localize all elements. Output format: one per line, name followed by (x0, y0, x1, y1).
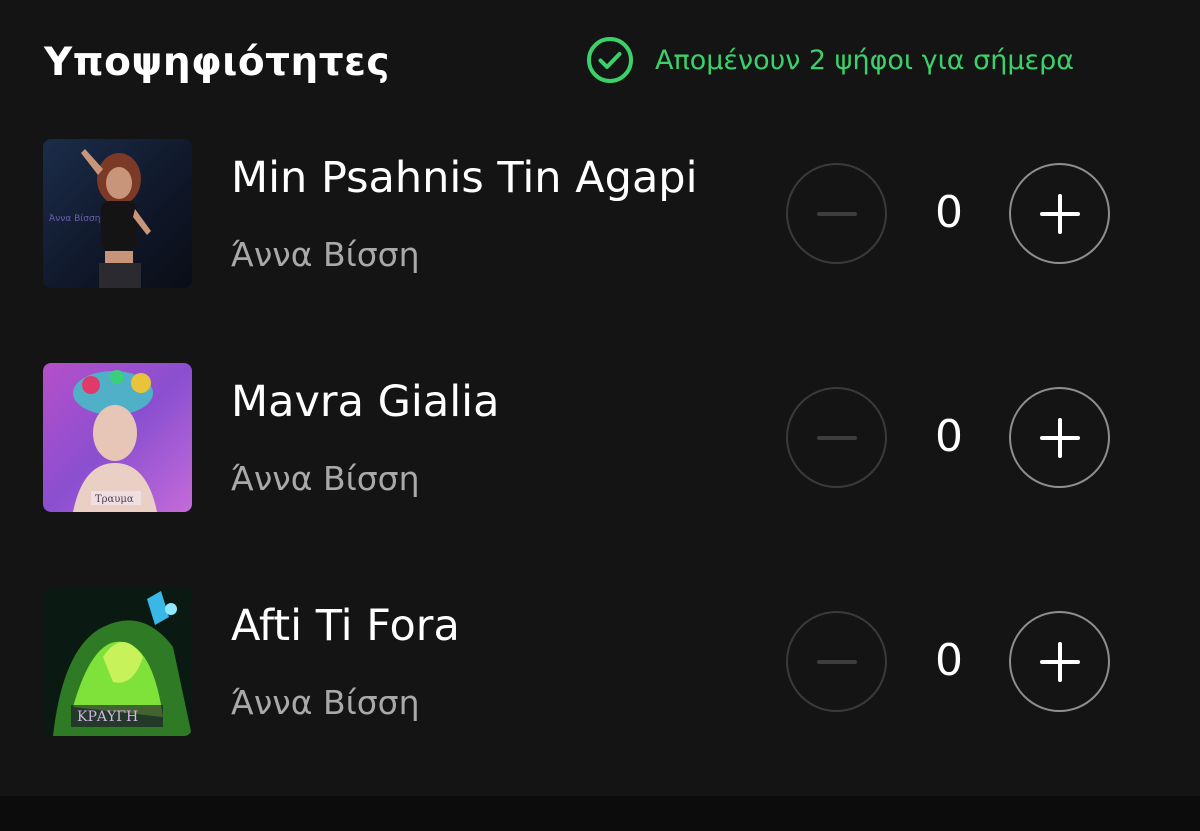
plus-icon (1039, 417, 1080, 458)
artist-name: Άννα Βίσση (231, 235, 420, 274)
album-cover-art: ΚΡΑΥΓΗ (43, 587, 192, 736)
album-cover-art: Άννα Βίσση (43, 139, 192, 288)
song-title: Mavra Gialia (231, 377, 500, 427)
vote-count: 0 (935, 411, 963, 462)
header: Υποψηφιότητες Απομένουν 2 ψήφοι για σήμε… (0, 0, 1200, 120)
bottom-bar (0, 796, 1200, 831)
plus-icon (1039, 193, 1080, 234)
candidate-row: ΚΡΑΥΓΗ Afti Ti Fora Άννα Βίσση 0 (0, 587, 1200, 747)
decrement-vote-button[interactable] (786, 387, 887, 488)
increment-vote-button[interactable] (1009, 163, 1110, 264)
vote-count: 0 (935, 635, 963, 686)
check-circle-icon (587, 37, 633, 83)
votes-remaining-text: Απομένουν 2 ψήφοι για σήμερα (655, 44, 1075, 76)
votes-remaining-indicator: Απομένουν 2 ψήφοι για σήμερα (585, 34, 1074, 86)
section-title: Υποψηφιότητες (44, 40, 390, 85)
decrement-vote-button[interactable] (786, 611, 887, 712)
vote-count: 0 (935, 187, 963, 238)
minus-icon (816, 435, 857, 440)
album-cover: Άννα Βίσση (43, 139, 192, 288)
song-title: Afti Ti Fora (231, 601, 460, 651)
album-cover: Τραυμα (43, 363, 192, 512)
candidate-row: Τραυμα Mavra Gialia Άννα Βίσση 0 (0, 363, 1200, 523)
svg-text:Τραυμα: Τραυμα (95, 494, 134, 505)
artist-name: Άννα Βίσση (231, 683, 420, 722)
album-cover-art: Τραυμα (43, 363, 192, 512)
increment-vote-button[interactable] (1009, 387, 1110, 488)
decrement-vote-button[interactable] (786, 163, 887, 264)
minus-icon (816, 659, 857, 664)
svg-text:ΚΡΑΥΓΗ: ΚΡΑΥΓΗ (77, 709, 138, 725)
artist-name: Άννα Βίσση (231, 459, 420, 498)
svg-text:Άννα Βίσση: Άννα Βίσση (49, 214, 100, 224)
album-cover: ΚΡΑΥΓΗ (43, 587, 192, 736)
song-title: Min Psahnis Tin Agapi (231, 153, 698, 203)
minus-icon (816, 211, 857, 216)
plus-icon (1039, 641, 1080, 682)
candidate-row: Άννα Βίσση Min Psahnis Tin Agapi Άννα Βί… (0, 139, 1200, 299)
increment-vote-button[interactable] (1009, 611, 1110, 712)
